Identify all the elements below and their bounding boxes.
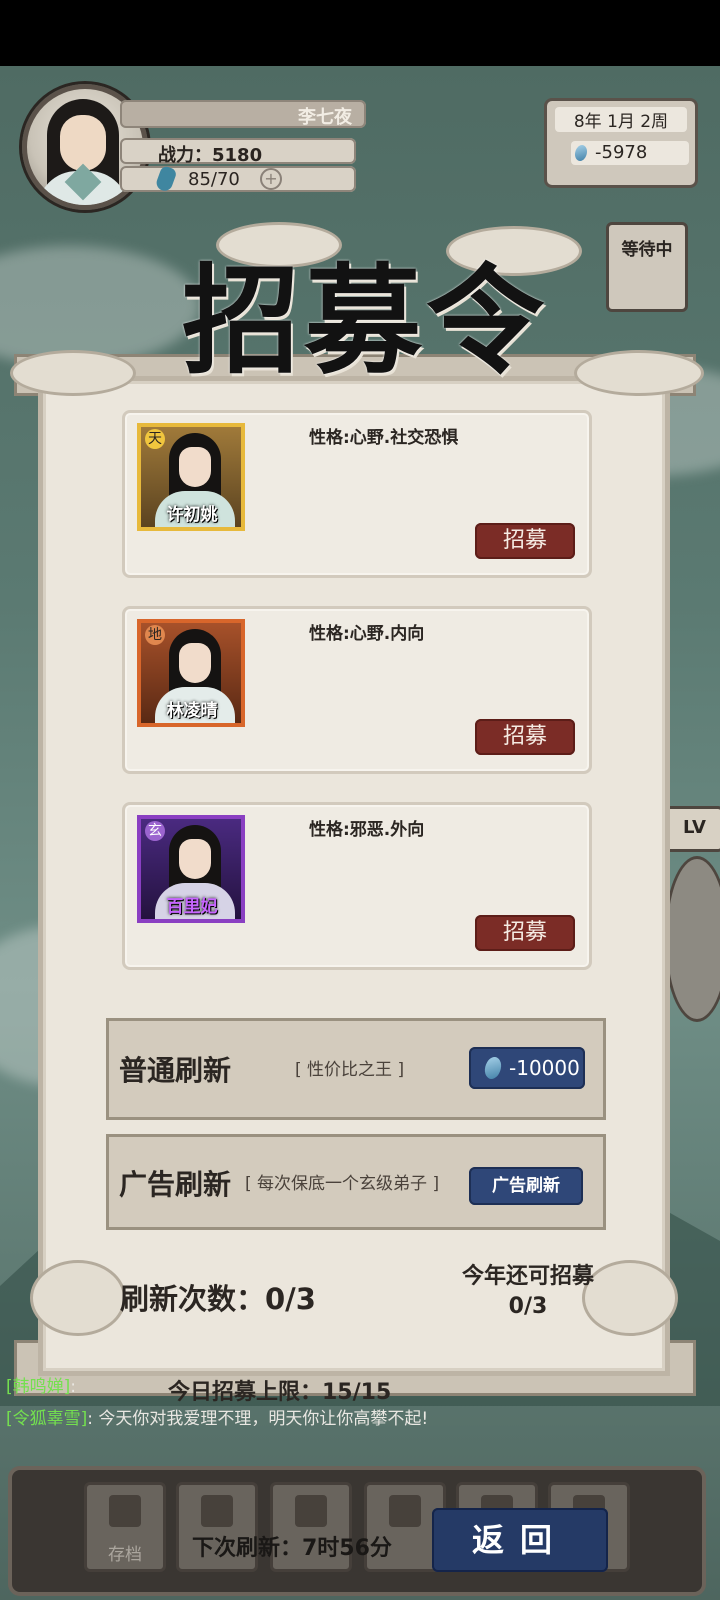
- side-wheel: [664, 856, 720, 1022]
- stamina-value: 85/70: [188, 169, 240, 190]
- candidate-trait: 性格:心野.社交恐惧: [309, 428, 459, 448]
- player-name-bar: 李七夜: [120, 100, 366, 128]
- candidate-trait: 性格:心野.内向: [309, 624, 425, 644]
- cloud-ornament: [30, 1260, 126, 1336]
- disciple-icon: [389, 1495, 421, 1527]
- pouch-icon: [201, 1495, 233, 1527]
- candidate-portrait[interactable]: 玄 百里妃: [137, 815, 245, 923]
- candidate-trait: 性格:邪恶.外向: [309, 820, 425, 840]
- back-button[interactable]: 返回: [432, 1508, 608, 1572]
- side-building: LV: [662, 806, 720, 852]
- power-value: 战力：5180: [158, 145, 263, 166]
- toolbar-save-button[interactable]: 存档: [84, 1482, 166, 1572]
- toolbar-label: 存档: [108, 1545, 142, 1565]
- tier-badge: 地: [145, 625, 165, 645]
- chat-sender: [韩鸣婵]: [6, 1377, 71, 1397]
- recruit-button[interactable]: 招募: [475, 719, 575, 755]
- candidate-portrait[interactable]: 地 林凌晴: [137, 619, 245, 727]
- normal-refresh-cost: -10000: [509, 1056, 580, 1080]
- tier-badge: 天: [145, 429, 165, 449]
- candidate-card: 天 许初姚 性格:心野.社交恐惧 招募: [122, 410, 592, 578]
- candidate-name: 百里妃: [166, 897, 218, 917]
- chat-message: : 今天你对我爱理不理，明天你让你高攀不起!: [87, 1409, 429, 1429]
- recruit-button[interactable]: 招募: [475, 523, 575, 559]
- cloud-ornament: [10, 350, 136, 396]
- tier-badge: 玄: [145, 821, 165, 841]
- candidate-name: 许初姚: [166, 505, 218, 525]
- spirit-stone-value: -5978: [595, 142, 648, 163]
- candidate-portrait[interactable]: 天 许初姚: [137, 423, 245, 531]
- ad-refresh-note: [ 每次保底一个玄级弟子 ]: [245, 1174, 440, 1194]
- spirit-stone-icon: [480, 1054, 506, 1082]
- normal-refresh-note: [ 性价比之王 ]: [295, 1060, 405, 1080]
- gourd-icon: [154, 164, 178, 194]
- recruit-button[interactable]: 招募: [475, 915, 575, 951]
- waiting-label: 等待中: [621, 240, 673, 260]
- ad-refresh-button[interactable]: 广告刷新: [469, 1167, 583, 1205]
- player-name: 李七夜: [298, 107, 352, 128]
- chat-line: [令狐辜雪]: 今天你对我爱理不理，明天你让你高攀不起!: [6, 1404, 428, 1429]
- waiting-button[interactable]: 等待中: [606, 222, 688, 312]
- normal-refresh-label: 普通刷新: [119, 1054, 232, 1087]
- normal-refresh-row: 普通刷新 [ 性价比之王 ] -10000: [106, 1018, 606, 1120]
- daily-limit: 今日招募上限：15/15: [168, 1380, 392, 1405]
- dialog-title: 招募令: [181, 251, 548, 390]
- next-refresh-timer: 下次刷新：7时56分: [192, 1536, 392, 1561]
- add-stamina-button[interactable]: +: [260, 168, 282, 190]
- ad-refresh-label: 广告刷新: [119, 1168, 232, 1201]
- candidate-card: 地 林凌晴 性格:心野.内向 招募: [122, 606, 592, 774]
- year-remaining: 今年还可招募0/3: [461, 1264, 594, 1319]
- spirit-stone-icon: [571, 143, 591, 163]
- chat-message: :: [70, 1377, 76, 1397]
- scroll-icon: [109, 1495, 141, 1527]
- spirit-stone-counter: -5978: [571, 141, 689, 165]
- normal-refresh-button[interactable]: -10000: [469, 1047, 585, 1089]
- chat-sender: [令狐辜雪]: [6, 1409, 88, 1429]
- candidate-name: 林凌晴: [166, 701, 218, 721]
- ad-refresh-row: 广告刷新 [ 每次保底一个玄级弟子 ] 广告刷新: [106, 1134, 606, 1230]
- date-text: 8年 1月 2周: [555, 107, 687, 132]
- candidate-card: 玄 百里妃 性格:邪恶.外向 招募: [122, 802, 592, 970]
- pavilion-icon: [295, 1495, 327, 1527]
- stamina-bar: 85/70 +: [120, 164, 356, 194]
- power-bar: 战力：5180: [120, 138, 356, 166]
- date-panel: 8年 1月 2周 -5978: [544, 98, 698, 188]
- refresh-count: 刷新次数：0/3: [120, 1282, 316, 1316]
